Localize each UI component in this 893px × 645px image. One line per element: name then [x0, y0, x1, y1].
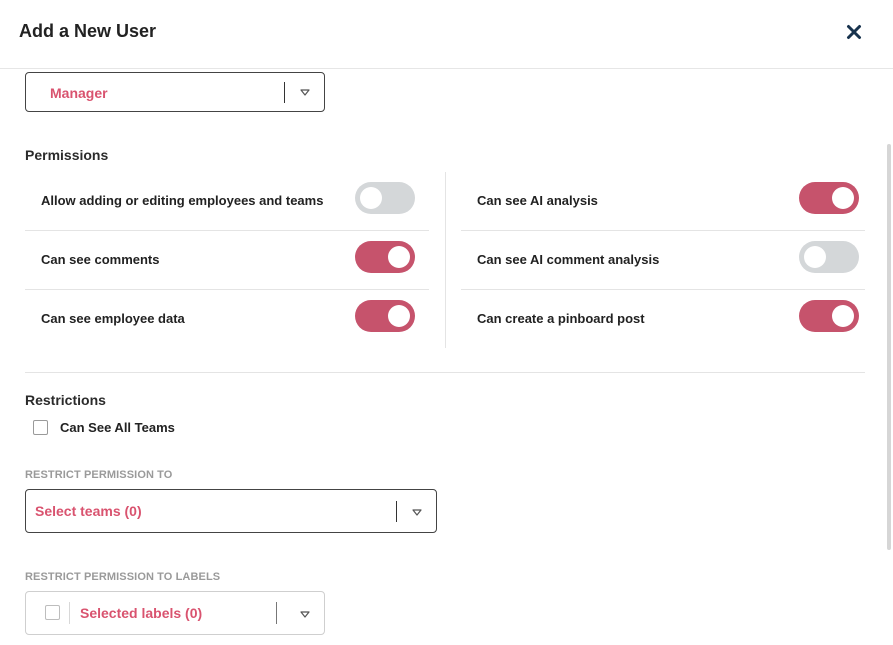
permission-row: Can create a pinboard post: [461, 290, 865, 349]
permission-label: Can see AI analysis: [477, 193, 598, 208]
permission-label: Can create a pinboard post: [477, 311, 645, 326]
toggle-knob: [360, 187, 382, 209]
permissions-title: Permissions: [25, 147, 109, 163]
permission-toggle-create-pinboard-post[interactable]: [799, 300, 859, 332]
restrictions-title: Restrictions: [25, 392, 106, 408]
toggle-knob: [832, 187, 854, 209]
close-icon[interactable]: [842, 20, 866, 44]
permission-toggle-edit-employees[interactable]: [355, 182, 415, 214]
select-divider: [69, 602, 70, 624]
permission-toggle-see-employee-data[interactable]: [355, 300, 415, 332]
permission-toggle-see-ai-analysis[interactable]: [799, 182, 859, 214]
permission-label: Can see employee data: [41, 311, 185, 326]
permission-row: Can see AI analysis: [461, 172, 865, 231]
restrict-teams-label: RESTRICT PERMISSION TO: [25, 469, 173, 481]
can-see-all-teams-checkbox[interactable]: [33, 420, 48, 435]
labels-select-value: Selected labels (0): [80, 605, 203, 621]
modal-title: Add a New User: [19, 21, 157, 41]
select-divider: [396, 501, 397, 522]
toggle-knob: [388, 246, 410, 268]
teams-select[interactable]: Select teams (0): [25, 489, 437, 533]
toggle-knob: [832, 305, 854, 327]
select-divider: [284, 82, 285, 103]
can-see-all-teams-label[interactable]: Can See All Teams: [60, 420, 175, 435]
permission-label: Allow adding or editing employees and te…: [41, 193, 324, 208]
column-divider: [445, 172, 446, 348]
teams-select-value: Select teams (0): [35, 503, 142, 519]
permission-row: Allow adding or editing employees and te…: [25, 172, 429, 231]
labels-select[interactable]: Selected labels (0): [25, 591, 325, 635]
modal-header: Add a New User: [0, 0, 893, 69]
toggle-knob: [804, 246, 826, 268]
permission-row: Can see employee data: [25, 290, 429, 349]
permission-row: Can see comments: [25, 231, 429, 290]
restrict-labels-label: RESTRICT PERMISSION TO LABELS: [25, 571, 221, 583]
role-select-value: Manager: [50, 85, 108, 101]
caret-down-icon[interactable]: [411, 507, 423, 517]
section-divider: [25, 372, 865, 373]
toggle-knob: [388, 305, 410, 327]
permission-row: Can see AI comment analysis: [461, 231, 865, 290]
permission-toggle-see-ai-comment-analysis[interactable]: [799, 241, 859, 273]
scrollbar[interactable]: [887, 144, 891, 550]
select-divider: [276, 602, 277, 624]
caret-down-icon[interactable]: [299, 609, 311, 619]
permission-label: Can see comments: [41, 252, 160, 267]
permission-toggle-see-comments[interactable]: [355, 241, 415, 273]
caret-down-icon[interactable]: [299, 87, 311, 97]
permission-label: Can see AI comment analysis: [477, 252, 660, 267]
role-select[interactable]: Manager: [25, 72, 325, 112]
select-all-labels-checkbox[interactable]: [45, 605, 60, 620]
